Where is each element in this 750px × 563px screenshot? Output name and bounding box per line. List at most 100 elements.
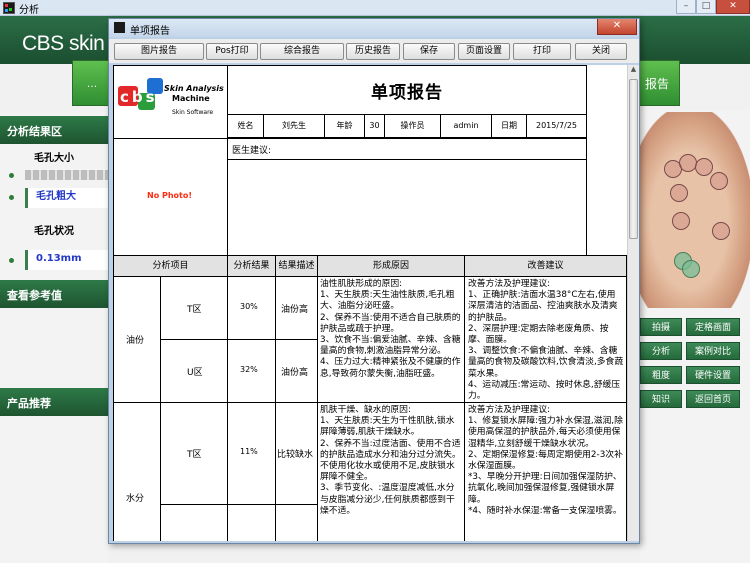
freeze-frame-button[interactable]: 定格画面 [686, 318, 740, 336]
history-report-button[interactable]: 历史报告 [346, 43, 400, 60]
advice-text: 改善方法及护理建议: 1、修复锁水屏障:强力补水保湿,滋润,除使用高保湿的护肤品… [468, 405, 623, 516]
scrollbar-thumb[interactable] [629, 79, 638, 239]
outer-window-title: 分析 [19, 5, 39, 16]
zone-label: T区 [187, 305, 202, 315]
report-title: 单项报告 [371, 83, 443, 103]
pore-size-label: 毛孔大小 [34, 153, 74, 164]
pore-status-label: 毛孔状况 [34, 226, 74, 237]
face-zone-marker[interactable] [672, 212, 690, 230]
cause-text: 肌肤干燥、缺水的原因: 1、天生肤质:天生为干性肌肤,锁水屏障薄弱,肌肤干燥缺水… [320, 405, 461, 516]
top-green-button[interactable]: … [72, 60, 112, 106]
hardware-settings-button[interactable]: 硬件设置 [686, 366, 740, 384]
date-value: 2015/7/25 [526, 114, 587, 138]
roughness-button[interactable]: 粗度 [640, 366, 682, 384]
logo-software: Skin Software [172, 109, 214, 116]
return-home-button[interactable]: 返回首页 [686, 390, 740, 408]
logo-subtext: Machine [172, 94, 210, 103]
report-title-cell: 单项报告 [227, 65, 587, 115]
face-zone-marker[interactable] [679, 154, 697, 172]
result-value: 32% [240, 365, 258, 374]
face-zone-marker[interactable] [710, 172, 728, 190]
water-next-result [227, 504, 276, 541]
reference-values-header[interactable]: 查看参考值 [0, 280, 108, 308]
close-button[interactable]: ✕ [716, 0, 750, 14]
oil-u-desc: 油份高 [275, 339, 318, 403]
bullet-icon [9, 195, 14, 200]
date-label: 日期 [491, 114, 527, 138]
knowledge-button[interactable]: 知识 [640, 390, 682, 408]
doctor-advice-content [227, 159, 587, 256]
oil-advice: 改善方法及护理建议: 1、正确护肤:洁面水温38°C左右,使用深层清洁的洁面品、… [464, 276, 627, 403]
logo-box: cbs Skin Analysis Machine Skin Software [113, 65, 228, 139]
bullet-icon [9, 173, 14, 178]
oil-item-cell: 油份 [113, 276, 161, 403]
water-next-zone [160, 504, 228, 541]
pos-print-button[interactable]: Pos打印 [206, 43, 258, 60]
app-icon [3, 2, 15, 14]
dialog-titlebar[interactable] [109, 19, 639, 37]
water-cause: 肌肤干燥、缺水的原因: 1、天生肤质:天生为干性肌肤,锁水屏障薄弱,肌肤干燥缺水… [317, 402, 465, 541]
logo-letters: cbs [120, 88, 158, 106]
water-advice: 改善方法及护理建议: 1、修复锁水屏障:强力补水保湿,滋润,除使用高保湿的护肤品… [464, 402, 627, 541]
report-top-button[interactable]: 报告 [634, 60, 680, 106]
bullet-icon [9, 258, 14, 263]
picture-report-button[interactable]: 图片报告 [114, 43, 204, 60]
water-t-result: 11% [227, 402, 276, 505]
report-page[interactable]: cbs Skin Analysis Machine Skin Software … [113, 65, 627, 541]
doctor-advice-cell: 医生建议: [227, 138, 587, 160]
result-desc: 油份高 [281, 305, 309, 315]
combined-report-button[interactable]: 综合报告 [260, 43, 344, 60]
pore-size-value: 毛孔粗大 [25, 188, 108, 208]
operator-label: 操作员 [384, 114, 441, 138]
face-image [640, 112, 750, 308]
oil-u-zone: U区 [160, 339, 228, 403]
print-button[interactable]: 打印 [513, 43, 571, 60]
product-recommend-header[interactable]: 产品推荐 [0, 388, 108, 416]
result-value: 30% [240, 302, 258, 311]
header-analysis-result: 分析结果 [227, 255, 276, 277]
water-next-desc [275, 504, 318, 541]
water-t-zone: T区 [160, 402, 228, 505]
photo-cell: No Photo! [113, 138, 228, 256]
face-zone-marker[interactable] [670, 184, 688, 202]
zone-label: T区 [187, 450, 202, 460]
water-item: 水分 [126, 494, 145, 504]
advice-text: 改善方法及护理建议: 1、正确护肤:洁面水温38°C左右,使用深层清洁的洁面品、… [468, 279, 624, 402]
dialog-icon [114, 22, 125, 33]
case-compare-button[interactable]: 案例对比 [686, 342, 740, 360]
analyze-button[interactable]: 分析 [640, 342, 682, 360]
age-label: 年龄 [324, 114, 365, 138]
report-toolbar: 图片报告 Pos打印 综合报告 历史报告 保存 页面设置 打印 关闭 [109, 39, 639, 63]
header-advice: 改善建议 [464, 255, 627, 277]
report-dialog: 单项报告 ✕ 图片报告 Pos打印 综合报告 历史报告 保存 页面设置 打印 关… [108, 18, 640, 544]
scroll-up-icon[interactable]: ▲ [628, 65, 639, 77]
capture-button[interactable]: 拍摄 [640, 318, 682, 336]
header-result-desc: 结果描述 [275, 255, 318, 277]
dialog-close-button[interactable]: ✕ [597, 19, 637, 35]
logo-text: Skin Analysis [164, 84, 224, 93]
save-button[interactable]: 保存 [403, 43, 455, 60]
oil-u-result: 32% [227, 339, 276, 403]
oil-t-zone: T区 [160, 276, 228, 340]
close-report-button[interactable]: 关闭 [575, 43, 627, 60]
oil-t-result: 30% [227, 276, 276, 340]
header-analysis-item: 分析项目 [113, 255, 228, 277]
dialog-title: 单项报告 [130, 26, 170, 37]
header-cause: 形成原因 [317, 255, 465, 277]
operator-value: admin [440, 114, 492, 138]
water-t-desc: 比较缺水 [275, 402, 318, 505]
zone-label: U区 [187, 368, 203, 378]
result-desc: 油份高 [281, 368, 309, 378]
oil-cause: 油性肌肤形成的原因: 1、天生肤质:天生油性肤质,毛孔粗大、油脂分泌旺盛。 2、… [317, 276, 465, 403]
face-zone-marker[interactable] [695, 158, 713, 176]
minimize-button[interactable]: – [676, 0, 696, 14]
face-zone-marker[interactable] [682, 260, 700, 278]
outer-titlebar [0, 0, 750, 16]
result-value: 11% [240, 447, 258, 456]
vertical-scrollbar[interactable]: ▲ [627, 65, 639, 541]
doctor-advice-label: 医生建议: [232, 146, 272, 156]
face-zone-marker[interactable] [712, 222, 730, 240]
page-setup-button[interactable]: 页面设置 [458, 43, 510, 60]
result-desc: 比较缺水 [277, 450, 314, 460]
maximize-button[interactable]: □ [696, 0, 716, 14]
